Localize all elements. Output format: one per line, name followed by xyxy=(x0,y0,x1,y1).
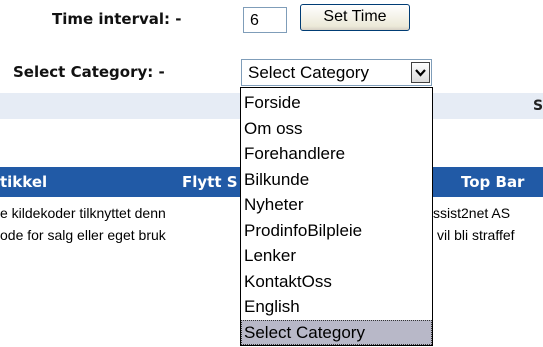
time-interval-label: Time interval: - xyxy=(52,10,182,28)
body-text-line-1-right: ssist2net AS xyxy=(433,205,511,221)
category-select-value: Select Category xyxy=(248,63,369,82)
time-interval-input[interactable]: 6 xyxy=(243,7,287,33)
body-text-line-2-right: vil bli straffef xyxy=(437,227,515,243)
dropdown-option-nyheter[interactable]: Nyheter xyxy=(241,192,432,218)
header-band-text: S xyxy=(533,98,543,114)
dropdown-option-om-oss[interactable]: Om oss xyxy=(241,116,432,142)
chevron-down-icon[interactable] xyxy=(411,62,430,83)
dropdown-option-select-category[interactable]: Select Category xyxy=(241,319,432,345)
chevron-down-glyph xyxy=(415,68,426,77)
dropdown-option-forside[interactable]: Forside xyxy=(241,90,432,116)
body-text-line-1-left: e kildekoder tilknyttet denn xyxy=(0,205,166,221)
category-dropdown-list[interactable]: Forside Om oss Forehandlere Bilkunde Nyh… xyxy=(240,87,433,346)
set-time-button[interactable]: Set Time xyxy=(300,4,410,31)
column-header-top-bar: Top Bar xyxy=(461,173,525,191)
column-header-flytt: Flytt S xyxy=(182,173,238,191)
column-header-artikkel: tikkel xyxy=(0,173,48,191)
dropdown-option-english[interactable]: English xyxy=(241,294,432,320)
category-select[interactable]: Select Category xyxy=(241,59,432,86)
dropdown-option-kontaktoss[interactable]: KontaktOss xyxy=(241,269,432,295)
select-category-label: Select Category: - xyxy=(13,63,165,81)
dropdown-option-prodinfobilpleie[interactable]: ProdinfoBilpleie xyxy=(241,218,432,244)
dropdown-option-forehandlere[interactable]: Forehandlere xyxy=(241,141,432,167)
body-text-line-2-left: ode for salg eller eget bruk xyxy=(0,227,166,243)
page: Time interval: - 6 Set Time Select Categ… xyxy=(0,0,543,347)
dropdown-option-lenker[interactable]: Lenker xyxy=(241,243,432,269)
dropdown-option-bilkunde[interactable]: Bilkunde xyxy=(241,167,432,193)
